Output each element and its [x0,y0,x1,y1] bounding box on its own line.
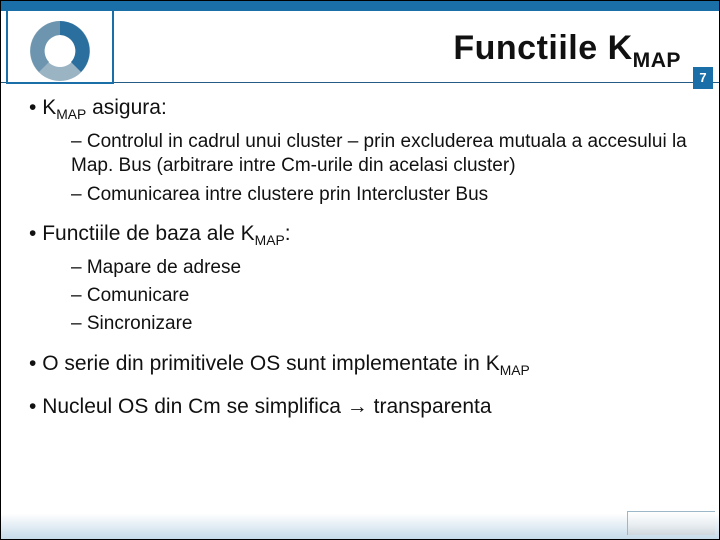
title-prefix: Functiile K [453,29,632,67]
bullet-lead: Nucleul OS din Cm se simplifica → transp… [29,395,492,418]
bottom-shadow [1,509,719,539]
sub-item: Comunicarea intre clustere prin Interclu… [71,183,695,207]
sub-item: Mapare de adrese [71,256,695,280]
sub-list: Mapare de adrese Comunicare Sincronizare [71,256,695,337]
sub-item: Comunicare [71,284,695,308]
bullet-item: Functiile de baza ale KMAP: Mapare de ad… [29,221,695,337]
slide: Functiile KMAP 7 KMAP asigura: Controlul… [0,0,720,540]
bottom-right-decoration [627,511,715,535]
bullet-list: KMAP asigura: Controlul in cadrul unui c… [29,95,695,421]
bullet-lead: Functiile de baza ale KMAP: [29,222,291,245]
bullet-lead: O serie din primitivele OS sunt implemen… [29,352,530,375]
title-subscript: MAP [633,49,681,72]
page-number: 7 [693,67,713,89]
logo-icon [5,1,115,111]
slide-title: Functiile KMAP [453,29,681,73]
content-area: KMAP asigura: Controlul in cadrul unui c… [29,95,695,435]
sub-item: Controlul in cadrul unui cluster – prin … [71,130,695,179]
sub-item: Sincronizare [71,312,695,336]
sub-list: Controlul in cadrul unui cluster – prin … [71,130,695,207]
bullet-item: Nucleul OS din Cm se simplifica → transp… [29,394,695,421]
bullet-item: KMAP asigura: Controlul in cadrul unui c… [29,95,695,207]
bullet-item: O serie din primitivele OS sunt implemen… [29,351,695,380]
